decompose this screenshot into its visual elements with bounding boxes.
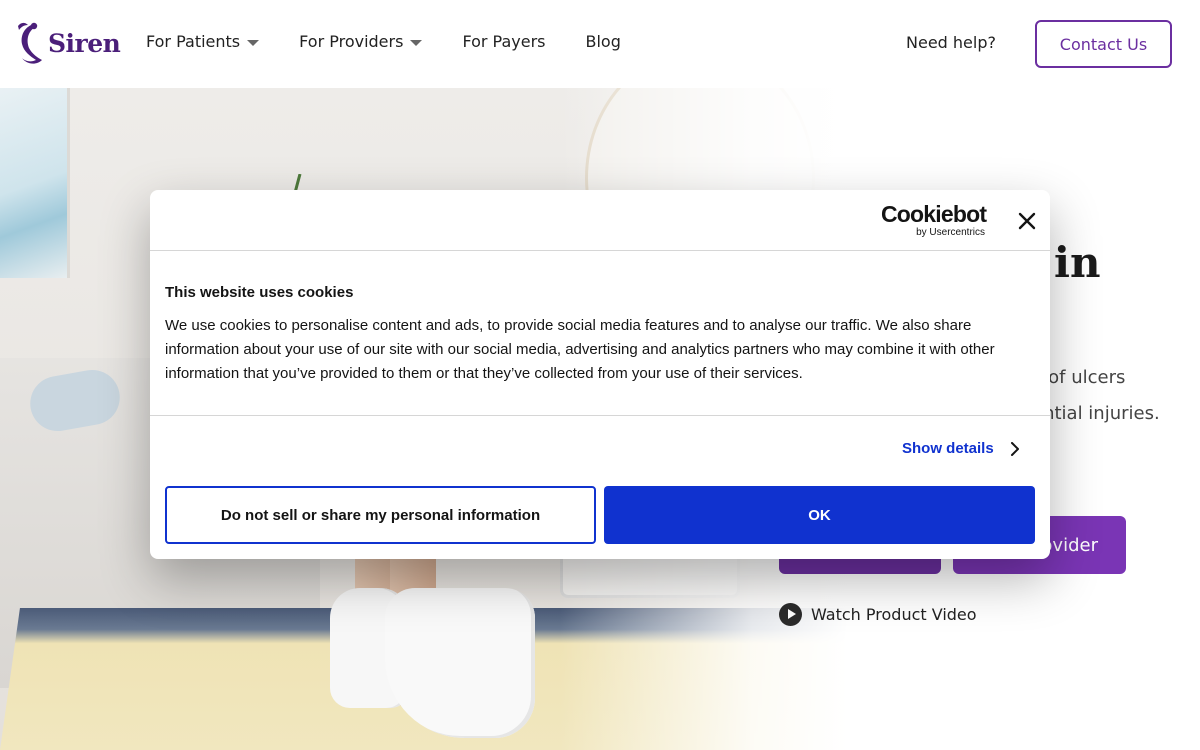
- nav-label: For Payers: [462, 32, 546, 51]
- nav-label: For Providers: [299, 32, 404, 51]
- chevron-right-icon: [1010, 441, 1019, 456]
- nav-label: For Patients: [146, 32, 241, 51]
- cookiebot-logo: Cookiebot by Usercentrics: [881, 201, 987, 239]
- do-not-sell-button[interactable]: Do not sell or share my personal informa…: [165, 486, 596, 544]
- cookie-consent-dialog: Cookiebot by Usercentrics This website u…: [150, 190, 1050, 559]
- main-nav: For Patients For Providers For Payers Bl…: [146, 32, 661, 51]
- caret-down-icon: [247, 39, 260, 46]
- caret-down-icon: [410, 39, 423, 46]
- ok-button[interactable]: OK: [604, 486, 1035, 544]
- wall-painting: [0, 88, 70, 278]
- watch-video-link[interactable]: Watch Product Video: [779, 603, 977, 626]
- contact-us-button[interactable]: Contact Us: [1035, 20, 1172, 68]
- nav-item-for-patients[interactable]: For Patients: [146, 32, 260, 51]
- nav-label: Blog: [585, 32, 621, 51]
- cookiebot-brand: Cookiebot: [881, 201, 987, 227]
- site-header: Siren For Patients For Providers For Pay…: [0, 0, 1200, 88]
- siren-logo[interactable]: Siren: [12, 20, 121, 66]
- show-details-link[interactable]: Show details: [902, 440, 1022, 457]
- play-icon: [779, 603, 802, 626]
- cookie-dialog-title: This website uses cookies: [165, 284, 354, 301]
- watch-video-label: Watch Product Video: [811, 605, 977, 624]
- cookiebot-brand-sub: by Usercentrics: [916, 227, 985, 238]
- need-help-link[interactable]: Need help?: [906, 33, 996, 52]
- close-icon[interactable]: [1016, 210, 1038, 232]
- divider: [150, 415, 1050, 416]
- show-details-label: Show details: [902, 440, 994, 457]
- logo-text: Siren: [48, 28, 121, 58]
- mermaid-logo-icon: [18, 22, 42, 64]
- cookie-dialog-header: Cookiebot by Usercentrics: [150, 190, 1050, 251]
- cookie-dialog-body: We use cookies to personalise content an…: [165, 317, 995, 382]
- nav-item-for-providers[interactable]: For Providers: [299, 32, 423, 51]
- hero-subtext-line: ential injuries.: [1032, 403, 1160, 424]
- nav-item-blog[interactable]: Blog: [585, 32, 620, 51]
- nav-item-for-payers[interactable]: For Payers: [462, 32, 545, 51]
